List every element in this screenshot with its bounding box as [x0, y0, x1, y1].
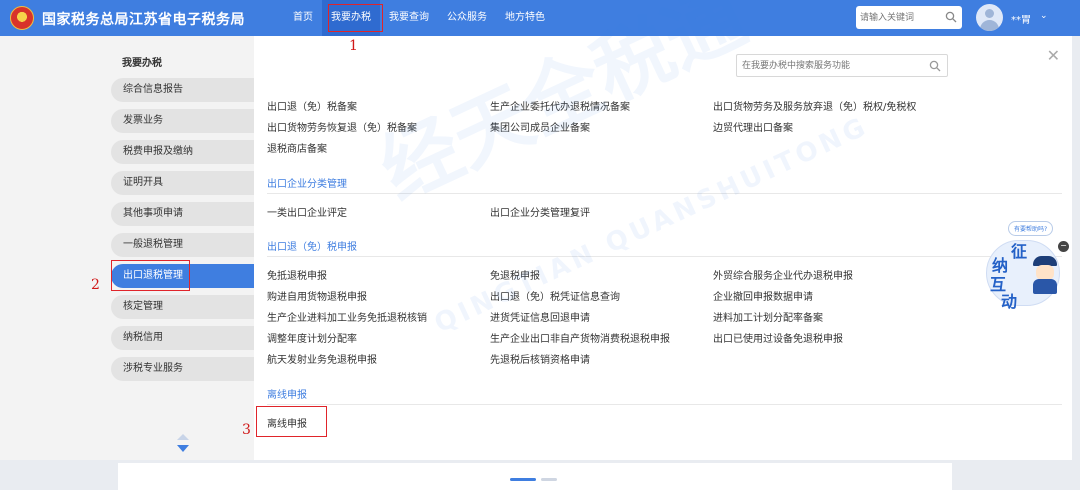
nav-query[interactable]: 我要查询 [380, 0, 438, 36]
main-nav: 首页 我要办税 我要查询 公众服务 地方特色 [284, 0, 554, 36]
service-panel: ✕ 出口退（免）税备案 生产企业委托代办退税情况备案 出口货物劳务及服务放弃退（… [254, 36, 1072, 460]
scroll-up-icon[interactable] [177, 434, 189, 440]
tax-emblem-logo [10, 6, 34, 30]
help-char-zheng: 征 [1011, 242, 1028, 261]
link-group-member-filing[interactable]: 集团公司成员企业备案 [490, 119, 590, 134]
carousel-indicator-active[interactable] [510, 478, 536, 481]
link-export-refund-filing[interactable]: 出口退（免）税备案 [267, 98, 357, 113]
help-char-dong: 动 [1001, 292, 1018, 311]
sidebar-item-export-refund[interactable]: 出口退税管理 [111, 264, 254, 288]
mascot-suit [1033, 279, 1057, 294]
sidebar-item-certificates[interactable]: 证明开具 [111, 171, 254, 195]
link-self-use-goods-refund[interactable]: 购进自用货物退税申报 [267, 288, 367, 303]
link-exempt-refund[interactable]: 免退税申报 [490, 267, 540, 282]
header-search [856, 6, 962, 29]
section-title-refund-declaration: 出口退（免）税申报 [267, 242, 357, 253]
sidebar-item-other-requests[interactable]: 其他事项申请 [111, 202, 254, 226]
search-icon[interactable] [945, 11, 957, 23]
nav-public-service[interactable]: 公众服务 [438, 0, 496, 36]
mascot-icon [1031, 256, 1059, 296]
sidebar-title: 我要办税 [122, 58, 162, 69]
link-foreign-trade-agent-refund[interactable]: 外贸综合服务企业代办退税申报 [713, 267, 853, 282]
minimize-icon[interactable]: − [1058, 241, 1069, 252]
search-icon[interactable] [929, 60, 941, 72]
annotation-number-1: 1 [349, 38, 358, 54]
header-search-input[interactable] [860, 9, 942, 26]
link-classification-review[interactable]: 出口企业分类管理复评 [490, 204, 590, 219]
user-name[interactable]: **胃 [1011, 11, 1031, 26]
annotation-number-3: 3 [242, 422, 251, 438]
service-search [736, 54, 948, 77]
carousel-indicator[interactable] [541, 478, 557, 481]
scroll-down-icon[interactable] [177, 445, 189, 452]
avatar-head [985, 9, 994, 18]
mascot-face [1036, 265, 1054, 280]
link-offline-declaration[interactable]: 离线申报 [267, 415, 307, 430]
link-refund-store-filing[interactable]: 退税商店备案 [267, 140, 327, 155]
user-avatar[interactable] [976, 4, 1003, 31]
help-bubble[interactable]: 有要帮助吗? [1008, 221, 1054, 236]
sidebar-item-general-refund[interactable]: 一般退税管理 [111, 233, 254, 257]
site-title: 国家税务总局江苏省电子税务局 [42, 12, 245, 28]
sidebar-item-professional-service[interactable]: 涉税专业服务 [111, 357, 254, 381]
nav-local-features[interactable]: 地方特色 [496, 0, 554, 36]
link-aerospace-launch-refund[interactable]: 航天发射业务免退税申报 [267, 351, 377, 366]
sidebar: 我要办税 综合信息报告 发票业务 税费申报及缴纳 证明开具 其他事项申请 一般退… [0, 36, 254, 460]
link-withdraw-declaration[interactable]: 企业撤回申报数据申请 [713, 288, 813, 303]
link-restore-refund-filing[interactable]: 出口货物劳务恢复退（免）税备案 [267, 119, 417, 134]
section-title-classification: 出口企业分类管理 [267, 179, 347, 190]
avatar-body [980, 20, 999, 31]
section-title-offline: 离线申报 [267, 390, 307, 401]
close-icon[interactable]: ✕ [1047, 46, 1060, 65]
bottom-card [118, 463, 952, 490]
service-search-input[interactable] [742, 58, 922, 73]
link-purchase-voucher-rollback[interactable]: 进货凭证信息回退申请 [490, 309, 590, 324]
sidebar-item-credit[interactable]: 纳税信用 [111, 326, 254, 350]
link-entrusted-refund-filing[interactable]: 生产企业委托代办退税情况备案 [490, 98, 630, 113]
link-adjust-annual-rate[interactable]: 调整年度计划分配率 [267, 330, 357, 345]
section-divider [267, 404, 1062, 405]
link-plan-allocation-filing[interactable]: 进料加工计划分配率备案 [713, 309, 823, 324]
link-waive-refund-right[interactable]: 出口货物劳务及服务放弃退（免）税权/免税权 [713, 98, 916, 113]
nav-tax-handling[interactable]: 我要办税 [322, 0, 380, 36]
link-class-one-evaluation[interactable]: 一类出口企业评定 [267, 204, 347, 219]
link-voucher-info-query[interactable]: 出口退（免）税凭证信息查询 [490, 288, 620, 303]
chevron-down-icon[interactable]: ⌄ [1040, 11, 1048, 21]
sidebar-item-invoice[interactable]: 发票业务 [111, 109, 254, 133]
section-divider [267, 256, 1062, 257]
sidebar-item-assessment[interactable]: 核定管理 [111, 295, 254, 319]
link-refund-before-writeoff[interactable]: 先退税后核销资格申请 [490, 351, 590, 366]
link-non-self-produced-consumption-tax[interactable]: 生产企业出口非自产货物消费税退税申报 [490, 330, 670, 345]
section-divider [267, 193, 1062, 194]
link-used-equipment-refund[interactable]: 出口已使用过设备免退税申报 [713, 330, 843, 345]
nav-home[interactable]: 首页 [284, 0, 322, 36]
sidebar-item-tax-filing[interactable]: 税费申报及缴纳 [111, 140, 254, 164]
annotation-number-2: 2 [91, 277, 100, 293]
link-processing-trade-writeoff[interactable]: 生产企业进料加工业务免抵退税核销 [267, 309, 427, 324]
top-header: 国家税务总局江苏省电子税务局 首页 我要办税 我要查询 公众服务 地方特色 **… [0, 0, 1080, 36]
link-border-trade-filing[interactable]: 边贸代理出口备案 [713, 119, 793, 134]
sidebar-item-info-report[interactable]: 综合信息报告 [111, 78, 254, 102]
link-exempt-offset-refund[interactable]: 免抵退税申报 [267, 267, 327, 282]
